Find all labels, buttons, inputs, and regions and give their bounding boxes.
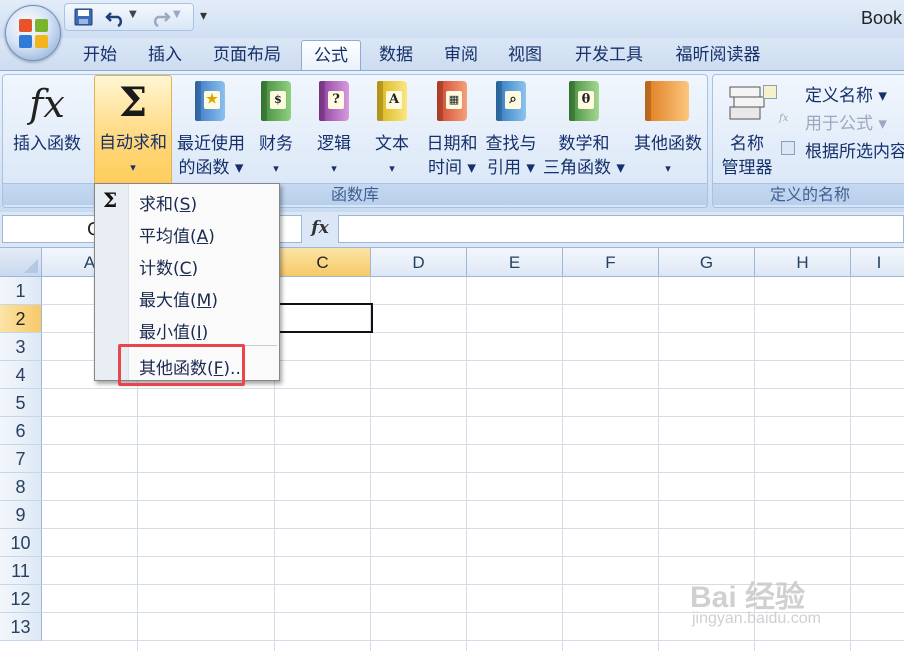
column-header-i[interactable]: I [851, 248, 904, 277]
row-header-12[interactable]: 12 [0, 585, 42, 613]
row-header-13[interactable]: 13 [0, 613, 42, 641]
row-header-6[interactable]: 6 [0, 417, 42, 445]
fx-icon: fx [29, 82, 65, 126]
text-book-icon: A [377, 81, 407, 121]
insert-function-fx-icon[interactable]: fx [305, 218, 335, 242]
tab-home[interactable]: 开始 [68, 40, 132, 70]
tab-review[interactable]: 审阅 [430, 40, 492, 70]
column-header-h[interactable]: H [755, 248, 851, 277]
baidu-watermark-url: jingyan.baidu.com [692, 610, 821, 627]
row-gridline [42, 444, 904, 445]
logical-book-icon: ? [319, 81, 349, 121]
tab-foxit-reader[interactable]: 福昕阅读器 [662, 40, 774, 70]
redo-icon[interactable] [149, 7, 171, 27]
logical-button[interactable]: ? 逻辑 ▾ [309, 77, 359, 181]
row-header-2[interactable]: 2 [0, 305, 42, 333]
column-header-f[interactable]: F [563, 248, 659, 277]
column-gridline [562, 277, 563, 651]
recently-used-button[interactable]: ★ 最近使用 的函数 ▾ [173, 77, 249, 181]
financial-book-icon: $ [261, 81, 291, 121]
math-trig-button[interactable]: θ 数学和 三角函数 ▾ [541, 77, 627, 181]
more-functions-button[interactable]: 其他函数 ▾ [629, 77, 707, 181]
date-time-button[interactable]: ▦ 日期和 时间 ▾ [423, 77, 481, 181]
row-gridline [42, 416, 904, 417]
autosum-dropdown-icon: ▾ [130, 161, 136, 174]
column-header-c[interactable]: C [275, 248, 371, 277]
menu-item-average[interactable]: 平均值(A) [139, 222, 215, 247]
fx-small-icon: fx [779, 113, 789, 124]
row-header-10[interactable]: 10 [0, 529, 42, 557]
text-button[interactable]: A 文本 ▾ [367, 77, 417, 181]
redo-dropdown-icon[interactable]: ▼ [173, 9, 181, 29]
menu-item-sum[interactable]: 求和(S) [139, 190, 197, 215]
row-header-3[interactable]: 3 [0, 333, 42, 361]
selected-cell[interactable] [277, 303, 373, 333]
menu-item-min[interactable]: 最小值(I) [139, 318, 208, 343]
theta-book-icon: θ [569, 81, 599, 121]
row-header-1[interactable]: 1 [0, 277, 42, 305]
row-header-11[interactable]: 11 [0, 557, 42, 585]
tab-view[interactable]: 视图 [494, 40, 556, 70]
tab-insert[interactable]: 插入 [134, 40, 196, 70]
row-gridline [42, 640, 904, 641]
title-bar: ▼ ▼ ▾ Book [0, 0, 904, 38]
star-book-icon: ★ [195, 81, 225, 121]
tab-page-layout[interactable]: 页面布局 [198, 40, 296, 70]
column-header-g[interactable]: G [659, 248, 755, 277]
tab-data[interactable]: 数据 [364, 40, 428, 70]
row-gridline [42, 472, 904, 473]
column-header-e[interactable]: E [467, 248, 563, 277]
menu-item-count[interactable]: 计数(C) [139, 254, 198, 279]
lookup-reference-button[interactable]: ⌕ 查找与 引用 ▾ [481, 77, 541, 181]
select-all-corner[interactable] [0, 248, 42, 277]
tab-developer[interactable]: 开发工具 [558, 40, 660, 70]
defined-names-label: 定义的名称 [713, 183, 904, 205]
row-header-4[interactable]: 4 [0, 361, 42, 389]
office-logo-icon [19, 19, 49, 49]
magnifier-book-icon: ⌕ [496, 81, 526, 121]
office-button[interactable] [5, 5, 61, 61]
insert-function-button[interactable]: fx 插入函数 [5, 77, 89, 181]
undo-icon[interactable] [105, 7, 127, 27]
column-gridline [658, 277, 659, 651]
sigma-icon: Σ [118, 79, 148, 126]
customize-qat-icon[interactable]: ▾ [200, 8, 207, 24]
row-gridline [42, 388, 904, 389]
tab-formulas[interactable]: 公式 [301, 40, 361, 70]
autosum-button[interactable]: Σ 自动求和 ▾ [94, 75, 172, 185]
row-header-7[interactable]: 7 [0, 445, 42, 473]
row-header-8[interactable]: 8 [0, 473, 42, 501]
column-gridline [466, 277, 467, 651]
annotation-highlight-box [118, 344, 245, 386]
define-name-icon [763, 85, 777, 99]
name-manager-icon [729, 86, 765, 120]
row-gridline [42, 500, 904, 501]
menu-item-max[interactable]: 最大值(M) [139, 286, 218, 311]
window-title: Book [860, 8, 902, 28]
quick-access-toolbar: ▼ ▼ [64, 3, 194, 31]
row-header-5[interactable]: 5 [0, 389, 42, 417]
formula-input[interactable] [338, 215, 904, 243]
more-functions-books-icon [645, 81, 689, 121]
row-gridline [42, 556, 904, 557]
create-from-selection-icon [781, 141, 795, 155]
row-gridline [42, 528, 904, 529]
ribbon-tabs: 开始 插入 页面布局 公式 数据 审阅 视图 开发工具 福昕阅读器 [0, 38, 904, 70]
defined-names-group: 名称 管理器 定义名称 ▾ fx 用于公式 ▾ 根据所选内容 定义的名称 [712, 74, 904, 208]
row-header-9[interactable]: 9 [0, 501, 42, 529]
save-icon[interactable] [73, 7, 95, 27]
financial-button[interactable]: $ 财务 ▾ [251, 77, 301, 181]
calendar-book-icon: ▦ [437, 81, 467, 121]
column-gridline [850, 277, 851, 651]
column-gridline [370, 277, 371, 651]
undo-dropdown-icon[interactable]: ▼ [129, 9, 137, 29]
column-header-d[interactable]: D [371, 248, 467, 277]
sum-sigma-icon: Σ [103, 188, 118, 212]
